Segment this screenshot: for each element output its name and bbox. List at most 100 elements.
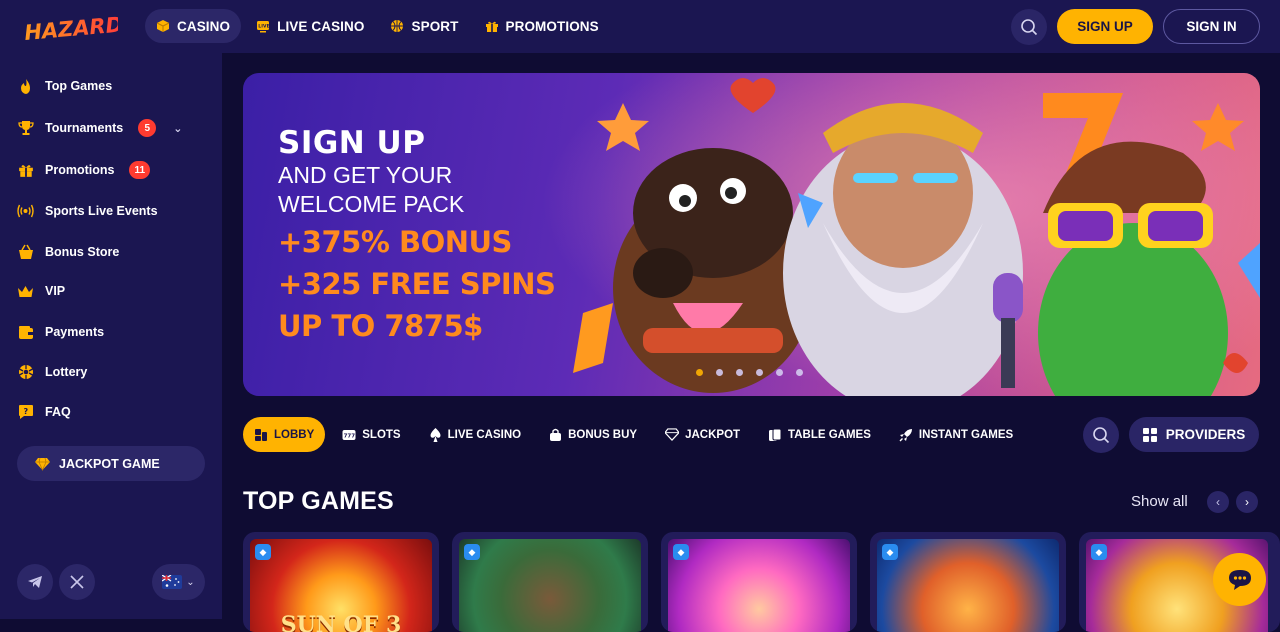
live-chat-button[interactable]: [1213, 553, 1266, 606]
tab-label: TABLE GAMES: [788, 428, 871, 441]
nav-casino[interactable]: CASINO: [145, 9, 242, 43]
svg-text:HAZARD: HAZARD: [23, 12, 118, 42]
tab-label: LOBBY: [274, 428, 315, 441]
x-icon: [70, 575, 84, 589]
banner-text-block: SIGN UP AND GET YOUR WELCOME PACK +375% …: [278, 125, 556, 347]
nav-promotions[interactable]: PROMOTIONS: [474, 9, 610, 43]
carousel-next-button[interactable]: ›: [1236, 491, 1258, 513]
slots-icon: 777: [342, 429, 356, 440]
svg-text:?: ?: [23, 407, 28, 416]
tab-table-games[interactable]: TABLE GAMES: [757, 417, 882, 452]
diamond-icon: ◆: [882, 544, 898, 560]
game-thumbnail: [877, 539, 1059, 632]
tournaments-count-badge: 5: [138, 119, 157, 137]
broadcast-icon: [17, 203, 34, 220]
game-card-tiger[interactable]: ◆: [870, 532, 1066, 632]
sidebar-item-vip[interactable]: VIP: [17, 279, 65, 303]
game-card-snoop[interactable]: ◆: [452, 532, 648, 632]
language-selector[interactable]: ⌄: [152, 564, 205, 600]
sidebar-item-label: VIP: [45, 284, 66, 298]
game-card-joker[interactable]: ◆: [661, 532, 857, 632]
sidebar-item-payments[interactable]: Payments: [17, 320, 104, 344]
bonus-bag-icon: [550, 428, 562, 441]
promotions-count-badge: 11: [129, 161, 151, 179]
telegram-button[interactable]: [17, 564, 53, 600]
x-twitter-button[interactable]: [59, 564, 95, 600]
sidebar-item-label: Tournaments: [45, 121, 124, 135]
banner-bonus-percent: +375% BONUS: [278, 225, 512, 259]
sidebar-item-label: Top Games: [45, 79, 113, 93]
main-nav: CASINO LIVE LIVE CASINO SPORT PROMOTIONS: [145, 9, 610, 43]
diamond-icon: ◆: [1091, 544, 1107, 560]
tab-bonus-buy[interactable]: BONUS BUY: [538, 417, 648, 452]
section-title-top-games: TOP GAMES: [243, 487, 394, 515]
game-title-art: SUN OF 3: [280, 612, 402, 632]
tab-slots[interactable]: 777 SLOTS: [331, 417, 411, 452]
brand-logo[interactable]: HAZARD: [22, 12, 124, 45]
jackpot-game-button[interactable]: JACKPOT GAME: [17, 446, 205, 481]
jackpot-game-label: JACKPOT GAME: [59, 456, 160, 471]
telegram-icon: [28, 576, 42, 588]
games-search-button[interactable]: [1083, 417, 1119, 453]
lottery-ball-icon: [17, 364, 34, 381]
tab-live-casino[interactable]: LIVE CASINO: [418, 417, 532, 452]
sidebar-item-label: Bonus Store: [45, 245, 120, 259]
australia-flag-icon: [162, 575, 183, 589]
sidebar-item-bonus-store[interactable]: Bonus Store: [17, 240, 119, 264]
banner-dot[interactable]: [756, 369, 763, 376]
providers-button[interactable]: PROVIDERS: [1129, 417, 1259, 452]
sidebar-item-promotions[interactable]: Promotions 11: [17, 158, 151, 182]
game-thumbnail: [668, 539, 850, 632]
show-all-link[interactable]: Show all: [1131, 493, 1188, 510]
signup-button[interactable]: SIGN UP: [1057, 9, 1153, 44]
signin-button[interactable]: SIGN IN: [1163, 9, 1260, 44]
tab-label: LIVE CASINO: [447, 428, 522, 441]
promo-banner[interactable]: SIGN UP AND GET YOUR WELCOME PACK +375% …: [243, 73, 1260, 396]
help-chat-icon: ?: [17, 404, 34, 421]
banner-subline-2: WELCOME PACK: [278, 191, 465, 217]
tab-label: JACKPOT: [685, 428, 741, 441]
tab-label: BONUS BUY: [568, 428, 638, 441]
search-icon: [1093, 427, 1110, 444]
diamond-icon: [35, 457, 50, 471]
sidebar-item-top-games[interactable]: Top Games: [17, 74, 112, 98]
diamond-icon: [665, 428, 680, 441]
tab-lobby[interactable]: LOBBY: [243, 417, 326, 452]
banner-dot[interactable]: [776, 369, 783, 376]
game-card-sun-of-egypt[interactable]: ◆ SUN OF 3: [243, 532, 439, 632]
diamond-icon: ◆: [255, 544, 271, 560]
carousel-prev-button[interactable]: ‹: [1207, 491, 1229, 513]
nav-casino-label: CASINO: [177, 18, 231, 34]
sidebar-item-label: Payments: [45, 325, 105, 339]
chevron-down-icon[interactable]: ⌄: [173, 122, 182, 135]
sidebar-item-label: Promotions: [45, 163, 115, 177]
sidebar-item-label: Lottery: [45, 365, 88, 379]
header-search-button[interactable]: [1011, 9, 1047, 45]
gift-icon: [17, 162, 34, 179]
banner-dot[interactable]: [716, 369, 723, 376]
spade-icon: [430, 427, 441, 442]
banner-dot[interactable]: [736, 369, 743, 376]
game-thumbnail: [459, 539, 641, 632]
chevron-left-icon: ‹: [1216, 495, 1220, 509]
banner-dot[interactable]: [796, 369, 803, 376]
tab-jackpot[interactable]: JACKPOT: [654, 417, 751, 452]
top-bar: HAZARD CASINO LIVE LIVE CASINO SPORT PRO…: [0, 0, 1280, 53]
banner-pagination: [696, 369, 803, 376]
wallet-icon: [17, 324, 34, 341]
sidebar-item-faq[interactable]: ? FAQ: [17, 400, 71, 424]
sidebar-item-tournaments[interactable]: Tournaments 5 ⌄: [17, 116, 182, 140]
cube-icon: [156, 20, 170, 32]
chevron-down-icon: ⌄: [186, 576, 195, 588]
tab-instant-games[interactable]: INSTANT GAMES: [888, 417, 1024, 452]
nav-promotions-label: PROMOTIONS: [505, 18, 599, 34]
nav-sport[interactable]: SPORT: [379, 9, 469, 43]
svg-text:LIVE: LIVE: [258, 24, 270, 30]
providers-label: PROVIDERS: [1165, 427, 1246, 442]
banner-dot[interactable]: [696, 369, 703, 376]
sidebar-item-lottery[interactable]: Lottery: [17, 360, 87, 384]
lobby-icon: [255, 428, 267, 441]
nav-live-casino-label: LIVE CASINO: [277, 18, 365, 34]
nav-live-casino[interactable]: LIVE LIVE CASINO: [245, 9, 375, 43]
sidebar-item-sports-live-events[interactable]: Sports Live Events: [17, 199, 158, 223]
